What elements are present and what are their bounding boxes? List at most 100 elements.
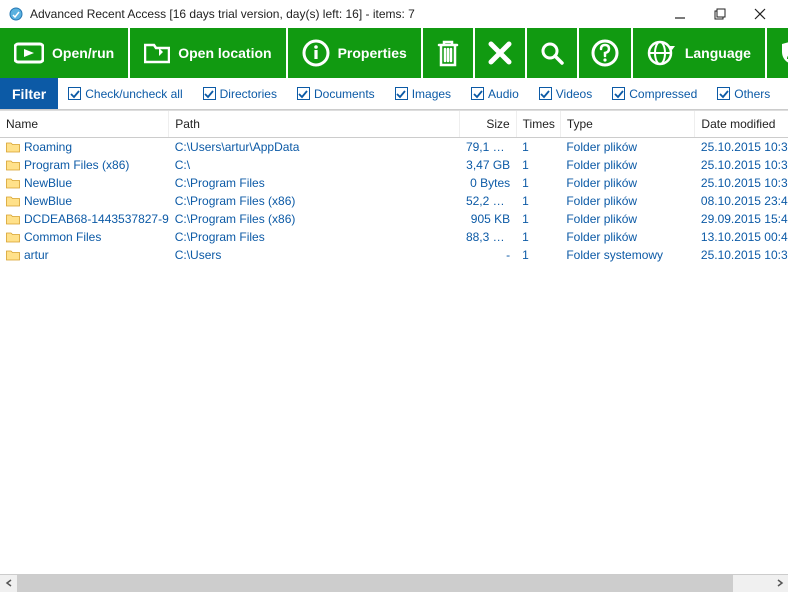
minimize-button[interactable] xyxy=(660,2,700,26)
delete-button[interactable] xyxy=(423,28,475,78)
user-button[interactable] xyxy=(767,28,788,78)
toolbar: Open/run Open location Properties Langua… xyxy=(0,28,788,78)
col-type[interactable]: Type xyxy=(560,111,695,138)
filter-bar: Filter Check/uncheck all Directories Doc… xyxy=(0,78,788,110)
folder-icon xyxy=(6,195,20,207)
row-times: 1 xyxy=(516,156,560,174)
close-button[interactable] xyxy=(740,2,780,26)
filter-compressed[interactable]: Compressed xyxy=(602,78,707,109)
row-size: - xyxy=(460,246,516,264)
name-cell: NewBlue xyxy=(6,194,163,208)
scroll-track[interactable] xyxy=(17,575,771,592)
trash-icon xyxy=(435,39,461,67)
horizontal-scrollbar[interactable] xyxy=(0,574,788,591)
open-run-button[interactable]: Open/run xyxy=(0,28,130,78)
row-path: C:\Users xyxy=(169,246,460,264)
scroll-thumb[interactable] xyxy=(17,575,733,592)
row-date: 25.10.2015 10:38 xyxy=(695,156,788,174)
row-name: Roaming xyxy=(24,140,72,154)
row-name: DCDEAB68-1443537827-95... xyxy=(24,212,169,226)
filter-audio-label: Audio xyxy=(488,87,519,101)
table-row[interactable]: arturC:\Users-1Folder systemowy25.10.201… xyxy=(0,246,788,264)
language-button[interactable]: Language xyxy=(633,28,767,78)
checkbox-icon xyxy=(297,87,310,100)
table-container: Name Path Size Times Type Date modified … xyxy=(0,110,788,574)
filter-compressed-label: Compressed xyxy=(629,87,697,101)
row-times: 1 xyxy=(516,228,560,246)
checkbox-icon xyxy=(203,87,216,100)
row-times: 1 xyxy=(516,246,560,264)
folder-icon xyxy=(6,141,20,153)
row-name: artur xyxy=(24,248,49,262)
app-icon xyxy=(8,6,24,22)
row-type: Folder plików xyxy=(560,192,695,210)
col-times[interactable]: Times xyxy=(516,111,560,138)
table-row[interactable]: NewBlueC:\Program Files0 Bytes1Folder pl… xyxy=(0,174,788,192)
filter-videos-label: Videos xyxy=(556,87,592,101)
row-path: C:\ xyxy=(169,156,460,174)
table-row[interactable]: Program Files (x86)C:\3,47 GB1Folder pli… xyxy=(0,156,788,174)
row-times: 1 xyxy=(516,174,560,192)
table-row[interactable]: DCDEAB68-1443537827-95...C:\Program File… xyxy=(0,210,788,228)
scroll-right-button[interactable] xyxy=(771,575,788,592)
folder-icon xyxy=(6,177,20,189)
filter-images[interactable]: Images xyxy=(385,78,461,109)
question-icon xyxy=(591,39,619,67)
language-label: Language xyxy=(685,45,751,61)
folder-icon xyxy=(6,249,20,261)
checkbox-icon xyxy=(539,87,552,100)
name-cell: NewBlue xyxy=(6,176,163,190)
maximize-button[interactable] xyxy=(700,2,740,26)
row-path: C:\Users\artur\AppData xyxy=(169,138,460,157)
col-path[interactable]: Path xyxy=(169,111,460,138)
row-type: Folder plików xyxy=(560,210,695,228)
table-row[interactable]: Common Files C:\Program Files88,3 MB1Fold… xyxy=(0,228,788,246)
remove-button[interactable] xyxy=(475,28,527,78)
table-row[interactable]: RoamingC:\Users\artur\AppData79,1 MB1Fol… xyxy=(0,138,788,157)
filter-images-label: Images xyxy=(412,87,451,101)
file-table: Name Path Size Times Type Date modified … xyxy=(0,111,788,264)
row-times: 1 xyxy=(516,192,560,210)
checkbox-icon xyxy=(471,87,484,100)
table-row[interactable]: NewBlue C:\Program Files (x86)52,2 MB1Fol… xyxy=(0,192,788,210)
row-date: 13.10.2015 00:41 xyxy=(695,228,788,246)
row-type: Folder plików xyxy=(560,228,695,246)
filter-others-label: Others xyxy=(734,87,770,101)
open-location-button[interactable]: Open location xyxy=(130,28,287,78)
filter-directories[interactable]: Directories xyxy=(193,78,287,109)
search-button[interactable] xyxy=(527,28,579,78)
titlebar: Advanced Recent Access [16 days trial ve… xyxy=(0,0,788,28)
filter-documents-label: Documents xyxy=(314,87,375,101)
filter-videos[interactable]: Videos xyxy=(529,78,602,109)
name-cell: Program Files (x86) xyxy=(6,158,163,172)
row-date: 29.09.2015 15:43 xyxy=(695,210,788,228)
name-cell: artur xyxy=(6,248,163,262)
checkbox-icon xyxy=(395,87,408,100)
row-size: 88,3 MB xyxy=(460,228,516,246)
scroll-left-button[interactable] xyxy=(0,575,17,592)
filter-documents[interactable]: Documents xyxy=(287,78,385,109)
row-type: Folder systemowy xyxy=(560,246,695,264)
properties-button[interactable]: Properties xyxy=(288,28,423,78)
row-date: 08.10.2015 23:45 xyxy=(695,192,788,210)
help-button[interactable] xyxy=(579,28,633,78)
name-cell: DCDEAB68-1443537827-95... xyxy=(6,212,163,226)
col-size[interactable]: Size xyxy=(460,111,516,138)
x-icon xyxy=(487,40,513,66)
filter-label: Filter xyxy=(0,78,58,109)
search-icon xyxy=(539,40,565,66)
row-path: C:\Program Files (x86) xyxy=(169,192,460,210)
row-path: C:\Program Files xyxy=(169,228,460,246)
row-size: 52,2 MB xyxy=(460,192,516,210)
row-date: 25.10.2015 10:39 xyxy=(695,174,788,192)
row-path: C:\Program Files xyxy=(169,174,460,192)
filter-audio[interactable]: Audio xyxy=(461,78,529,109)
col-name[interactable]: Name xyxy=(0,111,169,138)
filter-others[interactable]: Others xyxy=(707,78,780,109)
row-times: 1 xyxy=(516,138,560,157)
row-name: NewBlue xyxy=(24,194,72,208)
filter-check-all[interactable]: Check/uncheck all xyxy=(58,78,192,109)
col-date[interactable]: Date modified xyxy=(695,111,788,138)
row-name: Program Files (x86) xyxy=(24,158,129,172)
name-cell: Common Files xyxy=(6,230,163,244)
